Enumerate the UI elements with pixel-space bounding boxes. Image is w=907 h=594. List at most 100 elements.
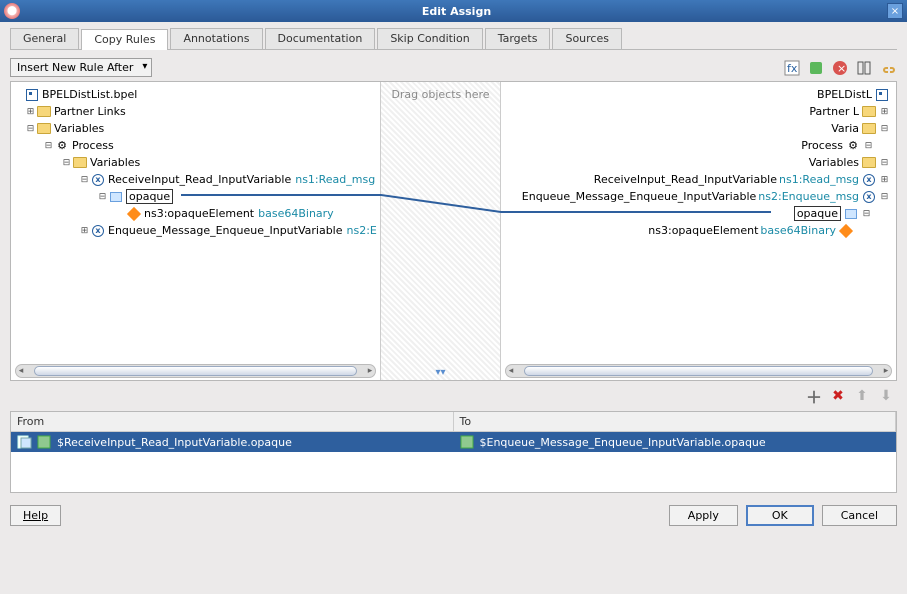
variable-icon: x — [90, 173, 106, 187]
move-up-button[interactable]: ⬆ — [853, 387, 871, 405]
tree-opaque[interactable]: opaque — [794, 206, 841, 221]
tab-copy-rules[interactable]: Copy Rules — [81, 29, 168, 50]
folder-icon — [861, 105, 877, 119]
apply-button[interactable]: Apply — [669, 505, 738, 526]
hscrollbar[interactable]: ◂▸ — [15, 364, 376, 378]
tree-variables[interactable]: Varia — [831, 122, 859, 135]
folder-icon — [861, 122, 877, 136]
twisty-icon[interactable]: ⊞ — [25, 107, 36, 117]
fx-icon[interactable]: fx — [783, 59, 801, 77]
window-close-button[interactable]: × — [887, 3, 903, 19]
col-to-header[interactable]: To — [454, 412, 897, 431]
type-link[interactable]: ns2:Enqueue_msg — [758, 190, 859, 203]
mapper-panels: BPELDistList.bpel ⊞Partner Links ⊟Variab… — [10, 81, 897, 381]
twisty-icon[interactable]: ⊟ — [863, 141, 874, 151]
column-icon[interactable] — [855, 59, 873, 77]
twisty-icon[interactable]: ⊟ — [79, 175, 90, 185]
tab-sources[interactable]: Sources — [552, 28, 622, 49]
insert-rule-dropdown[interactable]: Insert New Rule After — [10, 58, 152, 77]
window-title: Edit Assign — [26, 5, 887, 18]
add-rule-button[interactable]: ＋ — [805, 387, 823, 405]
folder-icon — [861, 156, 877, 170]
folder-icon — [72, 156, 88, 170]
drop-hint: Drag objects here — [391, 88, 489, 101]
ok-button[interactable]: OK — [746, 505, 814, 526]
element-icon — [838, 224, 854, 238]
tree-opaque-elem[interactable]: ns3:opaqueElement — [144, 207, 254, 220]
table-row[interactable]: $ReceiveInput_Read_InputVariable.opaque … — [11, 432, 896, 452]
twisty-icon[interactable]: ⊟ — [25, 124, 36, 134]
copy-rules-table: From To $ReceiveInput_Read_InputVariable… — [10, 411, 897, 493]
tab-documentation[interactable]: Documentation — [265, 28, 376, 49]
delete-rule-button[interactable]: ✖ — [829, 387, 847, 405]
tree-opaque-elem[interactable]: ns3:opaqueElement — [648, 224, 758, 237]
tree-enqueue-var[interactable]: Enqueue_Message_Enqueue_InputVariable — [108, 224, 343, 237]
element-icon — [126, 207, 142, 221]
move-down-button[interactable]: ⬇ — [877, 387, 895, 405]
gear-icon: ⚙ — [54, 139, 70, 153]
tab-general[interactable]: General — [10, 28, 79, 49]
type-link[interactable]: ns1:Read_msg — [779, 173, 859, 186]
hscrollbar[interactable]: ◂▸ — [505, 364, 892, 378]
type-link[interactable]: ns2:E — [347, 224, 377, 237]
variable-icon: x — [861, 190, 877, 204]
app-icon: ⬤ — [4, 3, 20, 19]
tree-receive-var[interactable]: ReceiveInput_Read_InputVariable — [594, 173, 777, 186]
struct-icon — [24, 88, 40, 102]
copy-icon — [17, 435, 33, 449]
tree-variables-inner[interactable]: Variables — [809, 156, 859, 169]
tree-process[interactable]: Process — [801, 139, 843, 152]
tree-root[interactable]: BPELDistL — [817, 88, 872, 101]
message-icon — [108, 190, 124, 204]
twisty-icon[interactable]: ⊟ — [879, 192, 890, 202]
svg-text:×: × — [837, 62, 846, 75]
tree-partner-links[interactable]: Partner Links — [54, 105, 126, 118]
tab-targets[interactable]: Targets — [485, 28, 551, 49]
twisty-icon[interactable]: ⊟ — [43, 141, 54, 151]
twisty-icon[interactable]: ⊞ — [79, 226, 90, 236]
gear-icon: ⚙ — [845, 139, 861, 153]
tree-process[interactable]: Process — [72, 139, 114, 152]
tree-opaque[interactable]: opaque — [126, 189, 173, 204]
variable-icon — [37, 435, 53, 449]
cancel-button[interactable]: Cancel — [822, 505, 897, 526]
col-from-header[interactable]: From — [11, 412, 454, 431]
twisty-icon[interactable]: ⊟ — [861, 209, 872, 219]
error-red-icon[interactable]: × — [831, 59, 849, 77]
tree-variables[interactable]: Variables — [54, 122, 104, 135]
from-expression: $ReceiveInput_Read_InputVariable.opaque — [57, 436, 292, 449]
tree-variables-inner[interactable]: Variables — [90, 156, 140, 169]
tree-enqueue-var[interactable]: Enqueue_Message_Enqueue_InputVariable — [522, 190, 757, 203]
tab-skip-condition[interactable]: Skip Condition — [377, 28, 482, 49]
twisty-icon[interactable]: ⊟ — [61, 158, 72, 168]
puzzle-green-icon[interactable] — [807, 59, 825, 77]
help-button[interactable]: Help — [10, 505, 61, 526]
variable-icon — [460, 435, 476, 449]
tree-receive-var[interactable]: ReceiveInput_Read_InputVariable — [108, 173, 291, 186]
tab-annotations[interactable]: Annotations — [170, 28, 262, 49]
type-link[interactable]: base64Binary — [760, 224, 836, 237]
folder-icon — [36, 122, 52, 136]
folder-icon — [36, 105, 52, 119]
target-tree-panel: BPELDistL Partner L⊞ Varia⊟ Process⚙⊟ Va… — [501, 82, 896, 380]
link-icon[interactable] — [879, 59, 897, 77]
source-tree-panel: BPELDistList.bpel ⊞Partner Links ⊟Variab… — [11, 82, 381, 380]
svg-text:fx: fx — [787, 62, 798, 75]
twisty-icon[interactable]: ⊞ — [879, 175, 890, 185]
chevron-down-icon: ▾▾ — [381, 367, 500, 378]
drop-zone[interactable]: Drag objects here ▾▾ — [381, 82, 501, 380]
message-icon — [843, 207, 859, 221]
rule-toolbar: ＋ ✖ ⬆ ⬇ — [10, 381, 897, 411]
tab-bar: General Copy Rules Annotations Documenta… — [10, 28, 897, 50]
twisty-icon[interactable]: ⊟ — [879, 124, 890, 134]
type-link[interactable]: base64Binary — [258, 207, 334, 220]
twisty-icon[interactable]: ⊞ — [879, 107, 890, 117]
twisty-icon[interactable]: ⊟ — [879, 158, 890, 168]
tree-root[interactable]: BPELDistList.bpel — [42, 88, 137, 101]
tree-partner-links[interactable]: Partner L — [809, 105, 859, 118]
variable-icon: x — [861, 173, 877, 187]
struct-icon — [874, 88, 890, 102]
dropdown-label: Insert New Rule After — [17, 61, 133, 74]
twisty-icon[interactable]: ⊟ — [97, 192, 108, 202]
type-link[interactable]: ns1:Read_msg — [295, 173, 375, 186]
